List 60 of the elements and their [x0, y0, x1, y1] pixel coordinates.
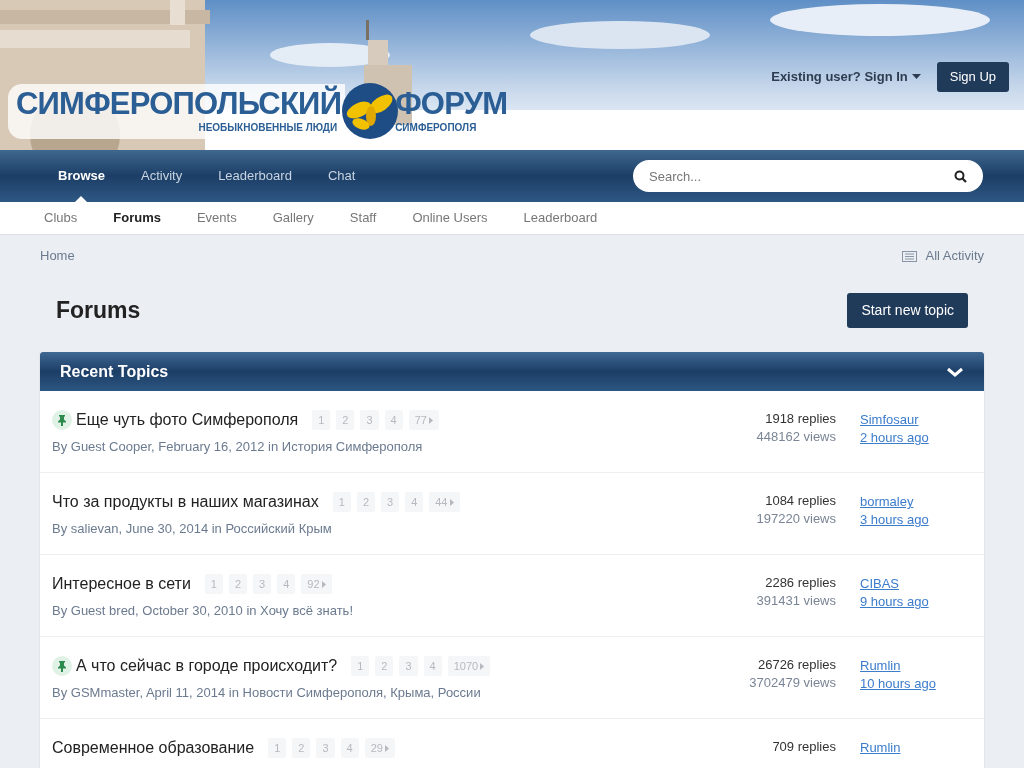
caret-icon: [384, 744, 389, 752]
last-poster-link[interactable]: CIBAS: [860, 575, 964, 593]
sign-up-button[interactable]: Sign Up: [936, 62, 1009, 92]
topic-meta: By Guest Cooper, February 16, 2012 in История Симферополя: [52, 438, 424, 456]
pin-icon: [52, 410, 72, 430]
last-poster-link[interactable]: Simfosaur: [860, 411, 964, 429]
all-activity-link[interactable]: All Activity: [902, 246, 984, 266]
logo-title: СИМФЕРОПОЛЬСКИЙ: [16, 87, 342, 120]
view-count: 448162 views: [755, 428, 836, 446]
topic-title[interactable]: А что сейчас в городе происходит?: [76, 654, 338, 678]
subnav-link[interactable]: Leaderboard: [505, 208, 616, 228]
subnav-link[interactable]: Gallery: [254, 208, 332, 228]
subnav-link[interactable]: Clubs: [26, 208, 96, 228]
topic-title[interactable]: Что за продукты в наших магазинах: [52, 490, 319, 514]
page-title: Forums: [56, 295, 141, 325]
reply-count: 1084 replies: [764, 492, 836, 510]
nav-tab[interactable]: Chat: [309, 150, 374, 202]
breadcrumb-link[interactable]: Home: [40, 246, 75, 266]
topic-title[interactable]: Еще чуть фото Симферополя: [76, 408, 299, 432]
nav-tab[interactable]: Activity: [122, 150, 201, 202]
logo-tagline: НЕОБЫКНОВЕННЫЕ ЛЮДИ: [198, 120, 339, 135]
view-count: 391431 views: [755, 592, 836, 610]
list-icon: [902, 250, 918, 262]
topic-meta: By Guest bred, October 30, 2010 in Хочу всё знать!: [52, 602, 354, 620]
topic-title[interactable]: Интересное в сети: [52, 572, 191, 596]
caret-icon: [449, 498, 454, 506]
chevron-icon[interactable]: [946, 366, 964, 377]
topic-title[interactable]: Современное образование: [52, 736, 255, 760]
reply-count: 2286 replies: [764, 574, 836, 592]
last-post-time-link[interactable]: 2 hours ago: [860, 429, 964, 447]
logo-tagline: СИМФЕРОПОЛЯ: [395, 120, 477, 135]
last-poster-link[interactable]: Rumlin: [860, 657, 964, 675]
view-count: 3702479 views: [748, 674, 836, 692]
caret-icon: [321, 580, 326, 588]
reply-count: 26726 replies: [756, 656, 836, 674]
logo-title: ФОРУМ: [395, 87, 508, 120]
reply-count: 709 replies: [771, 738, 836, 756]
start-topic-button[interactable]: Start new topic: [847, 292, 968, 328]
topic-meta: By GSMmaster, April 11, 2014 in Новости Симферополя, Крыма, России: [52, 684, 482, 702]
view-count: 197220 views: [755, 510, 836, 528]
subnav-link[interactable]: Events: [178, 208, 255, 228]
last-post-time-link[interactable]: 9 hours ago: [860, 593, 964, 611]
nav-tab[interactable]: Leaderboard: [200, 150, 310, 202]
topic-meta: By salievan, June 30, 2014 in Российский Крым: [52, 520, 333, 538]
last-poster-link[interactable]: bormaley: [860, 493, 964, 511]
subnav-link[interactable]: Online Users: [394, 208, 506, 228]
last-poster-link[interactable]: Rumlin: [860, 739, 964, 757]
search-field[interactable]: Search...: [633, 160, 983, 192]
subnav-link[interactable]: Forums: [95, 208, 179, 228]
panel-title: Recent Topics: [60, 361, 169, 382]
pin-icon: [52, 656, 72, 676]
sign-in-link[interactable]: Existing user? Sign In: [771, 67, 921, 87]
caret-icon: [911, 74, 921, 80]
last-post-time-link[interactable]: 10 hours ago: [860, 675, 964, 693]
caret-icon: [428, 416, 433, 424]
search-icon[interactable]: [954, 170, 967, 183]
subnav-link[interactable]: Staff: [331, 208, 395, 228]
last-post-time-link[interactable]: 3 hours ago: [860, 511, 964, 529]
caret-icon: [480, 662, 485, 670]
reply-count: 1918 replies: [764, 410, 836, 428]
